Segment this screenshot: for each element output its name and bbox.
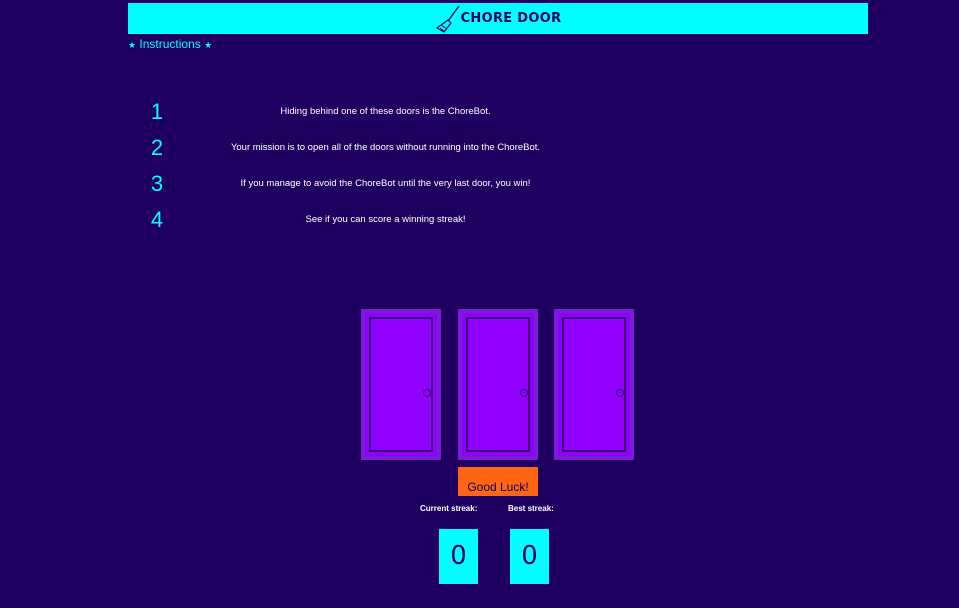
instructions-toggle[interactable]: ★ Instructions ★ [128,37,212,51]
current-streak-label: Current streak: [420,504,478,513]
star-icon: ★ [128,40,137,50]
step-number: 3 [150,171,164,196]
door-2[interactable] [458,309,538,460]
step-number: 1 [150,99,164,124]
instruction-step: 4 See if you can score a winning streak! [128,205,593,235]
start-button[interactable]: Good Luck! [458,467,538,496]
current-streak-value: 0 [439,529,478,584]
door-knob-icon [616,389,624,397]
instruction-step: 3 If you manage to avoid the ChoreBot un… [128,169,593,199]
door-knob-icon [520,389,528,397]
door-panel [369,317,433,452]
broom-icon [435,5,460,33]
door-panel [562,317,626,452]
instruction-step: 1 Hiding behind one of these doors is th… [128,97,593,127]
step-text: See if you can score a winning streak! [305,214,466,225]
step-number: 4 [150,207,164,232]
step-text: If you manage to avoid the ChoreBot unti… [240,178,531,189]
header-bar: CHORE DOOR [128,3,868,34]
step-text: Hiding behind one of these doors is the … [280,106,491,117]
instruction-step: 2 Your mission is to open all of the doo… [128,133,593,163]
best-streak-label: Best streak: [508,504,554,513]
best-streak-value: 0 [510,529,549,584]
star-icon: ★ [204,40,213,50]
door-panel [466,317,530,452]
door-3[interactable] [554,309,634,460]
door-1[interactable] [361,309,441,460]
door-knob-icon [423,389,431,397]
app-title: CHORE DOOR [460,11,562,26]
step-text: Your mission is to open all of the doors… [230,142,541,153]
step-number: 2 [150,135,164,160]
instructions-label: Instructions [139,37,201,51]
